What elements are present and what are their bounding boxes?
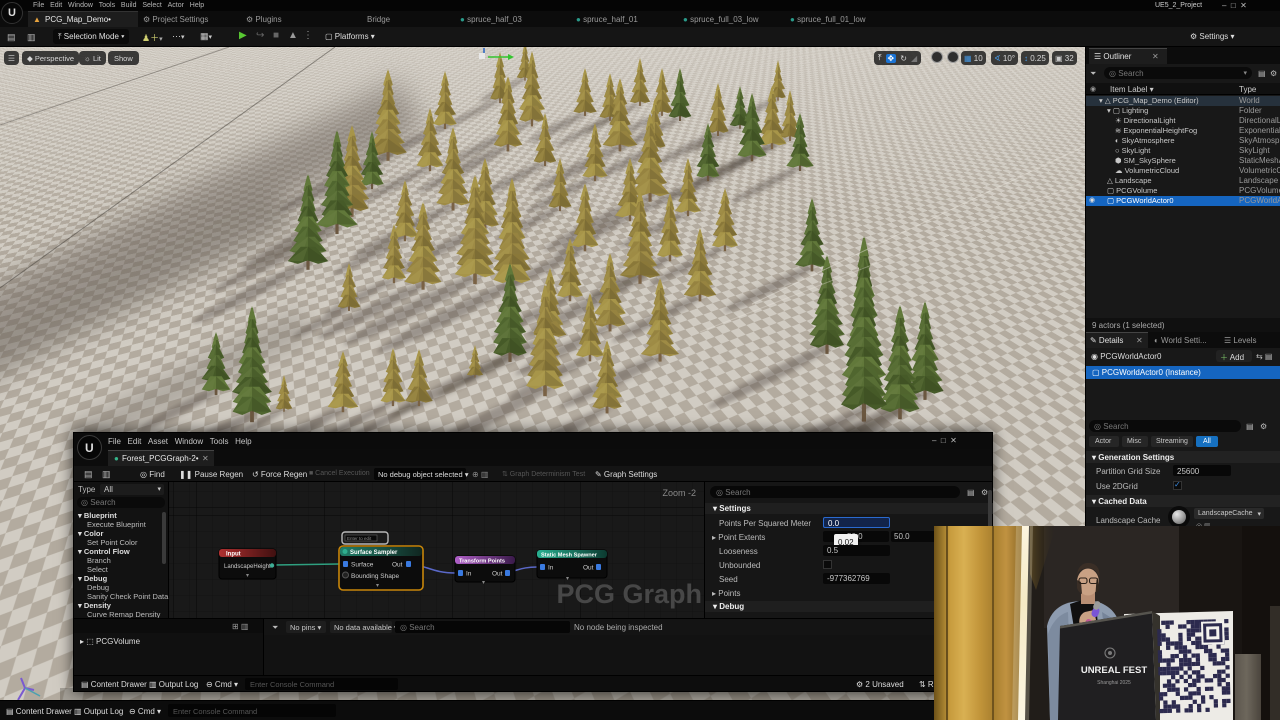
svg-text:Out: Out xyxy=(492,571,503,578)
svg-text:▾: ▾ xyxy=(376,583,379,589)
svg-text:▾: ▾ xyxy=(246,573,249,579)
svg-text:LandscapeHeight: LandscapeHeight xyxy=(224,564,271,570)
svg-text:Input: Input xyxy=(226,552,241,558)
svg-text:In: In xyxy=(548,565,554,572)
svg-text:Enter to edit: Enter to edit xyxy=(347,536,372,541)
svg-text:Static Mesh Spawner: Static Mesh Spawner xyxy=(541,553,598,559)
svg-text:Surface: Surface xyxy=(351,562,374,569)
svg-text:▾: ▾ xyxy=(566,576,569,582)
svg-text:Bounding Shape: Bounding Shape xyxy=(351,573,399,580)
svg-text:▾: ▾ xyxy=(482,580,485,586)
svg-text:In: In xyxy=(466,571,472,578)
svg-text:Out: Out xyxy=(583,565,594,572)
svg-text:Surface Sampler: Surface Sampler xyxy=(350,550,398,556)
svg-text:Out: Out xyxy=(392,562,403,569)
svg-text:Transform Points: Transform Points xyxy=(459,559,505,565)
